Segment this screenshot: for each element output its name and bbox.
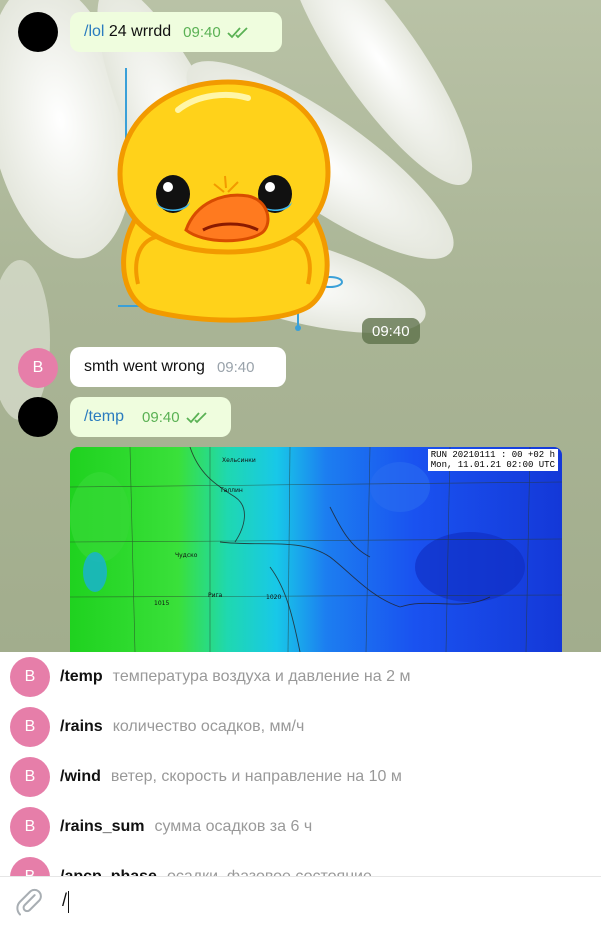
- suggestion-description: ветер, скорость и направление на 10 м: [110, 768, 402, 785]
- command-link[interactable]: /temp: [84, 408, 124, 426]
- message-time: 09:40: [216, 358, 255, 376]
- svg-text:Чудско: Чудско: [175, 552, 198, 559]
- message-time: 09:40: [142, 408, 180, 426]
- bot-avatar: B: [10, 657, 50, 697]
- crying-duck-sticker[interactable]: [108, 62, 348, 334]
- suggestion-rains[interactable]: B /rains количество осадков, мм/ч: [0, 702, 601, 752]
- message-text: smth went wrong: [84, 358, 205, 375]
- svg-text:Рига: Рига: [208, 592, 223, 599]
- map-run-line: RUN 20210111 : 00 +02 h: [430, 450, 555, 460]
- bot-avatar: B: [10, 807, 50, 847]
- message-text: 24 wrrdd: [104, 23, 172, 40]
- suggestion-apcp-phase[interactable]: B /apcp_phase осадки, фазовое состояние: [0, 852, 601, 877]
- message-composer: /: [0, 876, 601, 926]
- suggestion-command: /rains: [60, 718, 103, 735]
- svg-text:1020: 1020: [266, 594, 281, 601]
- suggestion-description: температура воздуха и давление на 2 м: [112, 668, 411, 685]
- map-date-line: Mon, 11.01.21 02:00 UTC: [430, 460, 555, 470]
- message-bubble-temp: /temp 09:40: [70, 397, 231, 437]
- temperature-map: Хельсинки Таллин Чудско Рига 1015 1020: [70, 447, 562, 652]
- suggestion-description: количество осадков, мм/ч: [112, 718, 305, 735]
- chat-background: /lol 24 wrrdd 09:40 09:40 B smth went wr…: [0, 0, 601, 652]
- message-time: 09:40: [183, 23, 221, 41]
- suggestion-command: /temp: [60, 668, 103, 685]
- message-bubble-error: smth went wrong 09:40: [70, 347, 286, 387]
- command-link[interactable]: /lol: [84, 23, 104, 41]
- suggestion-wind[interactable]: B /wind ветер, скорость и направление на…: [0, 752, 601, 802]
- sticker-time: 09:40: [362, 318, 420, 344]
- message-input-value: /: [62, 890, 68, 911]
- suggestion-rains-sum[interactable]: B /rains_sum сумма осадков за 6 ч: [0, 802, 601, 852]
- bot-avatar[interactable]: B: [18, 348, 58, 388]
- bot-avatar: B: [10, 757, 50, 797]
- double-check-icon: [185, 412, 207, 424]
- user-avatar[interactable]: [18, 397, 58, 437]
- svg-text:1015: 1015: [154, 600, 169, 607]
- user-avatar[interactable]: [18, 12, 58, 52]
- message-bubble-lol: /lol 24 wrrdd 09:40: [70, 12, 282, 52]
- suggestion-command: /rains_sum: [60, 818, 145, 835]
- suggestion-command: /wind: [60, 768, 101, 785]
- double-check-icon: [227, 27, 248, 39]
- command-suggestions-list: B /temp температура воздуха и давление н…: [0, 652, 601, 877]
- suggestion-description: сумма осадков за 6 ч: [154, 818, 313, 835]
- text-caret: [68, 890, 70, 913]
- svg-text:Таллин: Таллин: [219, 487, 243, 494]
- map-run-label: RUN 20210111 : 00 +02 h Mon, 11.01.21 02…: [427, 449, 558, 471]
- weather-map-image[interactable]: Хельсинки Таллин Чудско Рига 1015 1020 RUN …: [70, 447, 562, 652]
- paperclip-icon[interactable]: [14, 887, 44, 917]
- bot-avatar: B: [10, 707, 50, 747]
- suggestion-temp[interactable]: B /temp температура воздуха и давление н…: [0, 652, 601, 702]
- bot-avatar: B: [10, 857, 50, 877]
- message-input[interactable]: /: [62, 890, 70, 913]
- svg-text:Хельсинки: Хельсинки: [222, 457, 256, 464]
